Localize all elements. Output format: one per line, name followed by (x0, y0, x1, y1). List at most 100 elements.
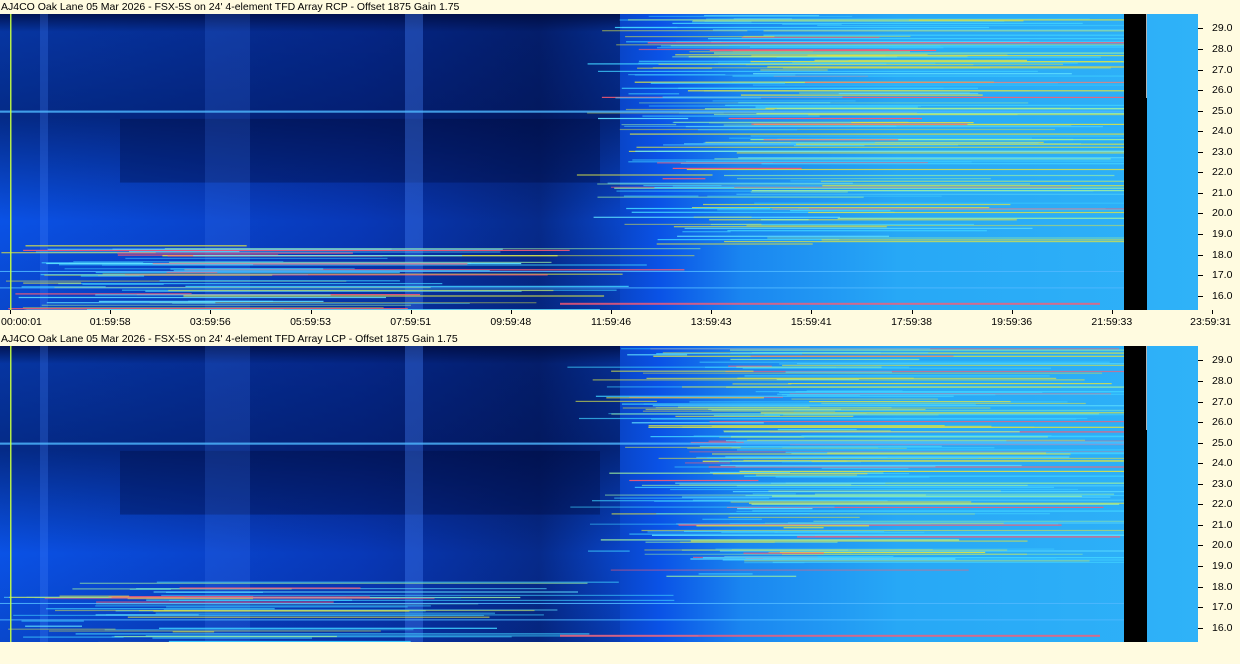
x-tick (911, 310, 913, 314)
signal-line (686, 168, 1124, 171)
y-tick-label: 20.0 (1212, 207, 1233, 220)
y-tick-label: 22.0 (1212, 166, 1233, 179)
signal-line (628, 93, 680, 95)
x-tick-label: 11:59:46 (590, 316, 632, 328)
signal-line (793, 410, 1124, 412)
x-tick (410, 310, 412, 314)
signal-line (693, 216, 752, 218)
y-tick-label: 25.0 (1212, 436, 1233, 449)
signal-line (575, 400, 657, 402)
signal-line (729, 45, 1124, 47)
signal-line (725, 370, 1124, 373)
carrier-line (0, 287, 1124, 289)
y-tick-label: 24.0 (1212, 125, 1233, 138)
y-tick (1198, 504, 1203, 506)
signal-line (821, 467, 909, 469)
y-tick-label: 20.0 (1212, 539, 1233, 552)
signal-line (675, 482, 886, 484)
signal-line (772, 495, 1082, 497)
signal-line (636, 146, 1124, 148)
signal-line (837, 217, 1124, 219)
signal-line (767, 237, 1124, 239)
signal-line (696, 525, 869, 527)
signal-line (730, 501, 972, 503)
signal-line (615, 97, 762, 99)
dark-band (120, 450, 600, 515)
spectrogram-plot-lcp (0, 346, 1198, 642)
signal-line (690, 540, 1028, 542)
signal-line (44, 274, 273, 276)
x-tick (1212, 310, 1213, 314)
x-tick-label: 23:59:31 (1190, 316, 1231, 328)
y-tick-label: 18.0 (1212, 580, 1233, 593)
signal-line (782, 364, 1124, 366)
signal-line (156, 581, 619, 583)
x-tick-label: 09:59:48 (490, 316, 532, 328)
signal-line (46, 302, 216, 304)
signal-line (619, 128, 1055, 131)
x-tick-label: 01:59:58 (89, 316, 131, 328)
spectrogram-plot-rcp (0, 14, 1198, 310)
y-tick-label: 29.0 (1212, 22, 1233, 35)
signal-line (712, 29, 1124, 31)
y-tick (1198, 586, 1203, 588)
signal-line (579, 417, 1088, 420)
y-tick-label: 16.0 (1212, 621, 1233, 634)
signal-line (717, 209, 1124, 211)
signal-line (185, 285, 629, 287)
signal-line (760, 412, 1124, 414)
x-tick-label: 13:59:43 (690, 316, 732, 328)
signal-line (41, 304, 411, 306)
signal-line (666, 575, 797, 577)
signal-line (570, 506, 835, 508)
signal-line (804, 81, 1124, 83)
signal-line (59, 595, 130, 597)
signal-line (760, 69, 828, 71)
signal-line (75, 633, 590, 635)
y-tick (1198, 360, 1203, 362)
signal-line (21, 620, 84, 622)
signal-line (743, 552, 824, 554)
signal-line (709, 219, 1017, 221)
signal-line (732, 75, 1124, 77)
y-tick-label: 23.0 (1212, 477, 1233, 490)
signal-line (179, 587, 361, 589)
x-tick (811, 310, 813, 314)
signal-line (838, 92, 979, 95)
spectrogram-panel-lcp: AJ4CO Oak Lane 05 Mar 2026 - FSX-5S on 2… (0, 332, 1240, 664)
signal-line (752, 84, 1124, 86)
signal-line (657, 239, 840, 241)
signal-line (737, 178, 991, 180)
time-cursor-line (10, 14, 12, 310)
no-data-gap (1124, 346, 1147, 642)
signal-line (629, 479, 759, 482)
signal-line (159, 627, 497, 629)
signal-line (797, 536, 1121, 538)
signal-line (685, 462, 730, 464)
signal-line (737, 508, 813, 510)
signal-line (606, 397, 764, 399)
gap-marker-line (1146, 346, 1147, 430)
x-tick (510, 310, 512, 314)
signal-line (752, 493, 796, 495)
carrier-line (0, 619, 1124, 621)
signal-line (125, 257, 388, 259)
y-tick (1198, 172, 1203, 174)
signal-line (98, 300, 324, 302)
no-data-gap (1124, 14, 1147, 310)
y-tick (1198, 607, 1203, 609)
y-tick-label: 18.0 (1212, 248, 1233, 261)
signal-line (55, 609, 535, 612)
signal-line (193, 255, 462, 257)
signal-line (168, 640, 411, 642)
signal-line (813, 520, 1124, 522)
y-tick (1198, 192, 1203, 194)
signal-line (18, 296, 386, 299)
signal-line (95, 614, 199, 616)
signal-line (635, 150, 1124, 152)
signal-line (95, 271, 400, 274)
signal-line (576, 174, 713, 176)
signal-line (654, 187, 735, 189)
signal-line (626, 207, 771, 210)
signal-line (48, 630, 381, 632)
